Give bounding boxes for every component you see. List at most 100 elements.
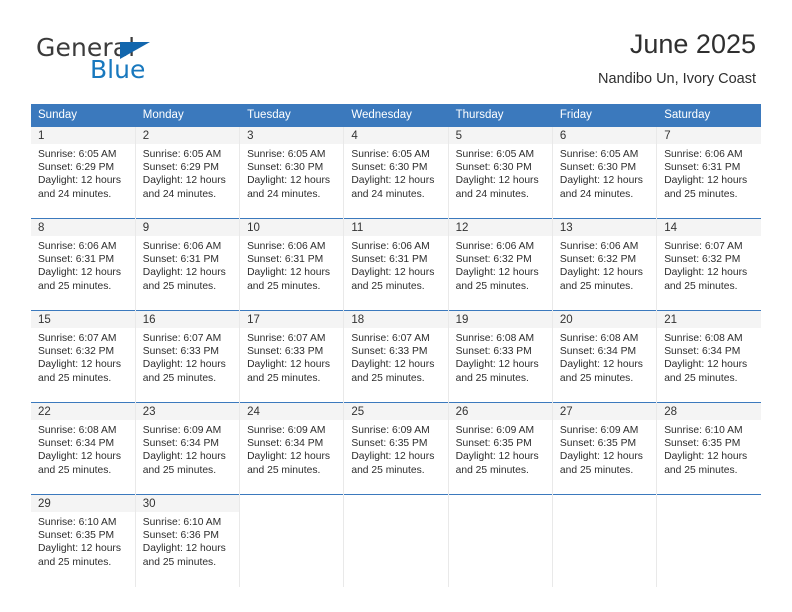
day-number: 3 [240, 127, 344, 144]
daylight-text-line2: and 25 minutes. [38, 464, 112, 476]
calendar-day-cell[interactable]: 26 Sunrise: 6:09 AM Sunset: 6:35 PM Dayligh… [448, 402, 553, 495]
daylight-text-line1: Daylight: 12 hours [247, 267, 331, 279]
daylight-text-line2: and 25 minutes. [559, 280, 634, 292]
sunrise-text: Sunrise: 6:09 AM [247, 425, 326, 436]
daylight-text-line2: and 25 minutes. [142, 372, 217, 384]
calendar-day-cell[interactable]: 14 Sunrise: 6:07 AM Sunset: 6:32 PM Dayligh… [656, 218, 761, 311]
day-details: Sunrise: 6:06 AM Sunset: 6:31 PM Daylight:… [344, 236, 447, 293]
day-number [552, 495, 657, 512]
daylight-text-line1: Daylight: 12 hours [559, 175, 643, 187]
calendar-day-cell[interactable]: 5 Sunrise: 6:05 AM Sunset: 6:30 PM Daylight… [448, 126, 553, 219]
daylight-text-line1: Daylight: 12 hours [664, 267, 748, 279]
sunrise-text: Sunrise: 6:10 AM [142, 517, 222, 528]
daylight-text-line2: and 24 minutes. [559, 188, 634, 200]
day-number: 2 [135, 127, 240, 144]
sunset-text: Sunset: 6:34 PM [664, 346, 741, 358]
weekday-header-monday: Monday [135, 104, 241, 127]
calendar-day-cell[interactable]: 23 Sunrise: 6:09 AM Sunset: 6:34 PM Dayligh… [135, 402, 241, 495]
page-title: June 2025 [629, 29, 756, 59]
sunset-text: Sunset: 6:35 PM [559, 438, 637, 450]
calendar-day-cell[interactable]: 16 Sunrise: 6:07 AM Sunset: 6:33 PM Dayligh… [135, 310, 241, 403]
daylight-text-line2: and 25 minutes. [38, 556, 112, 568]
sunset-text: Sunset: 6:34 PM [247, 438, 324, 450]
daylight-text-line2: and 25 minutes. [351, 372, 425, 384]
daylight-text-line1: Daylight: 12 hours [559, 359, 643, 371]
daylight-text-line1: Daylight: 12 hours [351, 267, 435, 279]
day-details: Sunrise: 6:08 AM Sunset: 6:33 PM Daylight:… [449, 328, 552, 385]
daylight-text-line1: Daylight: 12 hours [559, 267, 643, 279]
calendar-day-cell[interactable]: 21 Sunrise: 6:08 AM Sunset: 6:34 PM Dayligh… [656, 310, 761, 403]
day-details: Sunrise: 6:09 AM Sunset: 6:35 PM Daylight:… [344, 420, 447, 477]
calendar-day-cell[interactable]: 1 Sunrise: 6:05 AM Sunset: 6:29 PM Daylight… [31, 126, 136, 219]
day-number [448, 495, 552, 512]
sunset-text: Sunset: 6:33 PM [142, 346, 219, 358]
sunset-text: Sunset: 6:34 PM [142, 438, 219, 450]
calendar-day-cell[interactable]: 19 Sunrise: 6:08 AM Sunset: 6:33 PM Dayligh… [448, 310, 553, 403]
sunset-text: Sunset: 6:33 PM [351, 346, 428, 358]
calendar-day-cell[interactable]: 13 Sunrise: 6:06 AM Sunset: 6:32 PM Dayligh… [552, 218, 658, 311]
calendar-day-cell[interactable]: 22 Sunrise: 6:08 AM Sunset: 6:34 PM Dayligh… [31, 402, 136, 495]
calendar-day-cell[interactable]: 2 Sunrise: 6:05 AM Sunset: 6:29 PM Daylight… [135, 126, 241, 219]
daylight-text-line1: Daylight: 12 hours [247, 359, 331, 371]
logo-text-blue: Blue [90, 55, 146, 84]
day-number: 7 [657, 127, 761, 144]
calendar-day-cell-empty [552, 494, 658, 587]
day-details: Sunrise: 6:07 AM Sunset: 6:33 PM Daylight:… [136, 328, 239, 385]
calendar-day-cell[interactable]: 4 Sunrise: 6:05 AM Sunset: 6:30 PM Daylight… [343, 126, 449, 219]
day-details: Sunrise: 6:10 AM Sunset: 6:36 PM Daylight:… [136, 512, 239, 569]
weekday-header-saturday: Saturday [656, 104, 761, 127]
calendar-day-cell[interactable]: 9 Sunrise: 6:06 AM Sunset: 6:31 PM Daylight… [135, 218, 241, 311]
calendar-page: General Blue June 2025 Nandibo Un, Ivory… [0, 0, 792, 612]
month-calendar-table: Sunday Monday Tuesday Wednesday Thursday… [31, 104, 761, 587]
calendar-week-row: 29 Sunrise: 6:10 AM Sunset: 6:35 PM Dayligh… [31, 494, 761, 587]
daylight-text-line2: and 25 minutes. [559, 464, 634, 476]
calendar-day-cell[interactable]: 7 Sunrise: 6:06 AM Sunset: 6:31 PM Daylight… [656, 126, 761, 219]
calendar-day-cell[interactable]: 15 Sunrise: 6:07 AM Sunset: 6:32 PM Dayligh… [31, 310, 136, 403]
calendar-day-cell-empty [239, 494, 345, 587]
daylight-text-line1: Daylight: 12 hours [38, 267, 121, 279]
calendar-day-cell[interactable]: 6 Sunrise: 6:05 AM Sunset: 6:30 PM Daylight… [552, 126, 658, 219]
sunrise-text: Sunrise: 6:10 AM [38, 517, 117, 528]
calendar-day-cell[interactable]: 24 Sunrise: 6:09 AM Sunset: 6:34 PM Dayligh… [239, 402, 345, 495]
day-number: 10 [240, 219, 344, 236]
sunrise-text: Sunrise: 6:06 AM [559, 241, 639, 252]
calendar-day-cell[interactable]: 3 Sunrise: 6:05 AM Sunset: 6:30 PM Daylight… [239, 126, 345, 219]
calendar-day-cell-empty [343, 494, 449, 587]
daylight-text-line2: and 25 minutes. [247, 372, 321, 384]
calendar-week-row: 1 Sunrise: 6:05 AM Sunset: 6:29 PM Daylight… [31, 126, 761, 219]
day-details: Sunrise: 6:09 AM Sunset: 6:34 PM Daylight:… [136, 420, 239, 477]
sunset-text: Sunset: 6:32 PM [559, 254, 637, 266]
calendar-day-cell[interactable]: 30 Sunrise: 6:10 AM Sunset: 6:36 PM Dayligh… [135, 494, 241, 587]
daylight-text-line2: and 25 minutes. [142, 556, 217, 568]
daylight-text-line2: and 25 minutes. [142, 464, 217, 476]
calendar-day-cell[interactable]: 10 Sunrise: 6:06 AM Sunset: 6:31 PM Dayligh… [239, 218, 345, 311]
day-details: Sunrise: 6:05 AM Sunset: 6:30 PM Daylight:… [240, 144, 343, 201]
calendar-day-cell[interactable]: 12 Sunrise: 6:06 AM Sunset: 6:32 PM Dayligh… [448, 218, 553, 311]
calendar-day-cell[interactable]: 28 Sunrise: 6:10 AM Sunset: 6:35 PM Dayligh… [656, 402, 761, 495]
calendar-day-cell[interactable]: 11 Sunrise: 6:06 AM Sunset: 6:31 PM Dayligh… [343, 218, 449, 311]
day-details: Sunrise: 6:06 AM Sunset: 6:31 PM Daylight:… [240, 236, 343, 293]
calendar-day-cell[interactable]: 29 Sunrise: 6:10 AM Sunset: 6:35 PM Dayligh… [31, 494, 136, 587]
day-details: Sunrise: 6:05 AM Sunset: 6:30 PM Daylight:… [344, 144, 447, 201]
sunrise-text: Sunrise: 6:06 AM [38, 241, 117, 252]
day-number: 19 [448, 311, 552, 328]
sunrise-text: Sunrise: 6:08 AM [559, 333, 639, 344]
general-blue-logo[interactable]: General Blue [36, 33, 236, 89]
sunset-text: Sunset: 6:31 PM [142, 254, 219, 266]
day-number: 14 [657, 219, 761, 236]
calendar-day-cell[interactable]: 18 Sunrise: 6:07 AM Sunset: 6:33 PM Dayligh… [343, 310, 449, 403]
calendar-day-cell[interactable]: 17 Sunrise: 6:07 AM Sunset: 6:33 PM Dayligh… [239, 310, 345, 403]
daylight-text-line1: Daylight: 12 hours [455, 451, 539, 463]
calendar-day-cell[interactable]: 25 Sunrise: 6:09 AM Sunset: 6:35 PM Dayligh… [343, 402, 449, 495]
sunset-text: Sunset: 6:31 PM [38, 254, 115, 266]
day-number: 23 [135, 403, 240, 420]
sunset-text: Sunset: 6:32 PM [455, 254, 532, 266]
calendar-day-cell-empty [656, 494, 761, 587]
sunrise-text: Sunrise: 6:07 AM [664, 241, 743, 252]
calendar-day-cell[interactable]: 20 Sunrise: 6:08 AM Sunset: 6:34 PM Dayligh… [552, 310, 658, 403]
sunset-text: Sunset: 6:30 PM [247, 162, 324, 174]
day-details: Sunrise: 6:09 AM Sunset: 6:35 PM Daylight:… [553, 420, 656, 477]
calendar-day-cell[interactable]: 8 Sunrise: 6:06 AM Sunset: 6:31 PM Daylight… [31, 218, 136, 311]
day-number: 17 [240, 311, 344, 328]
calendar-day-cell[interactable]: 27 Sunrise: 6:09 AM Sunset: 6:35 PM Dayligh… [552, 402, 658, 495]
